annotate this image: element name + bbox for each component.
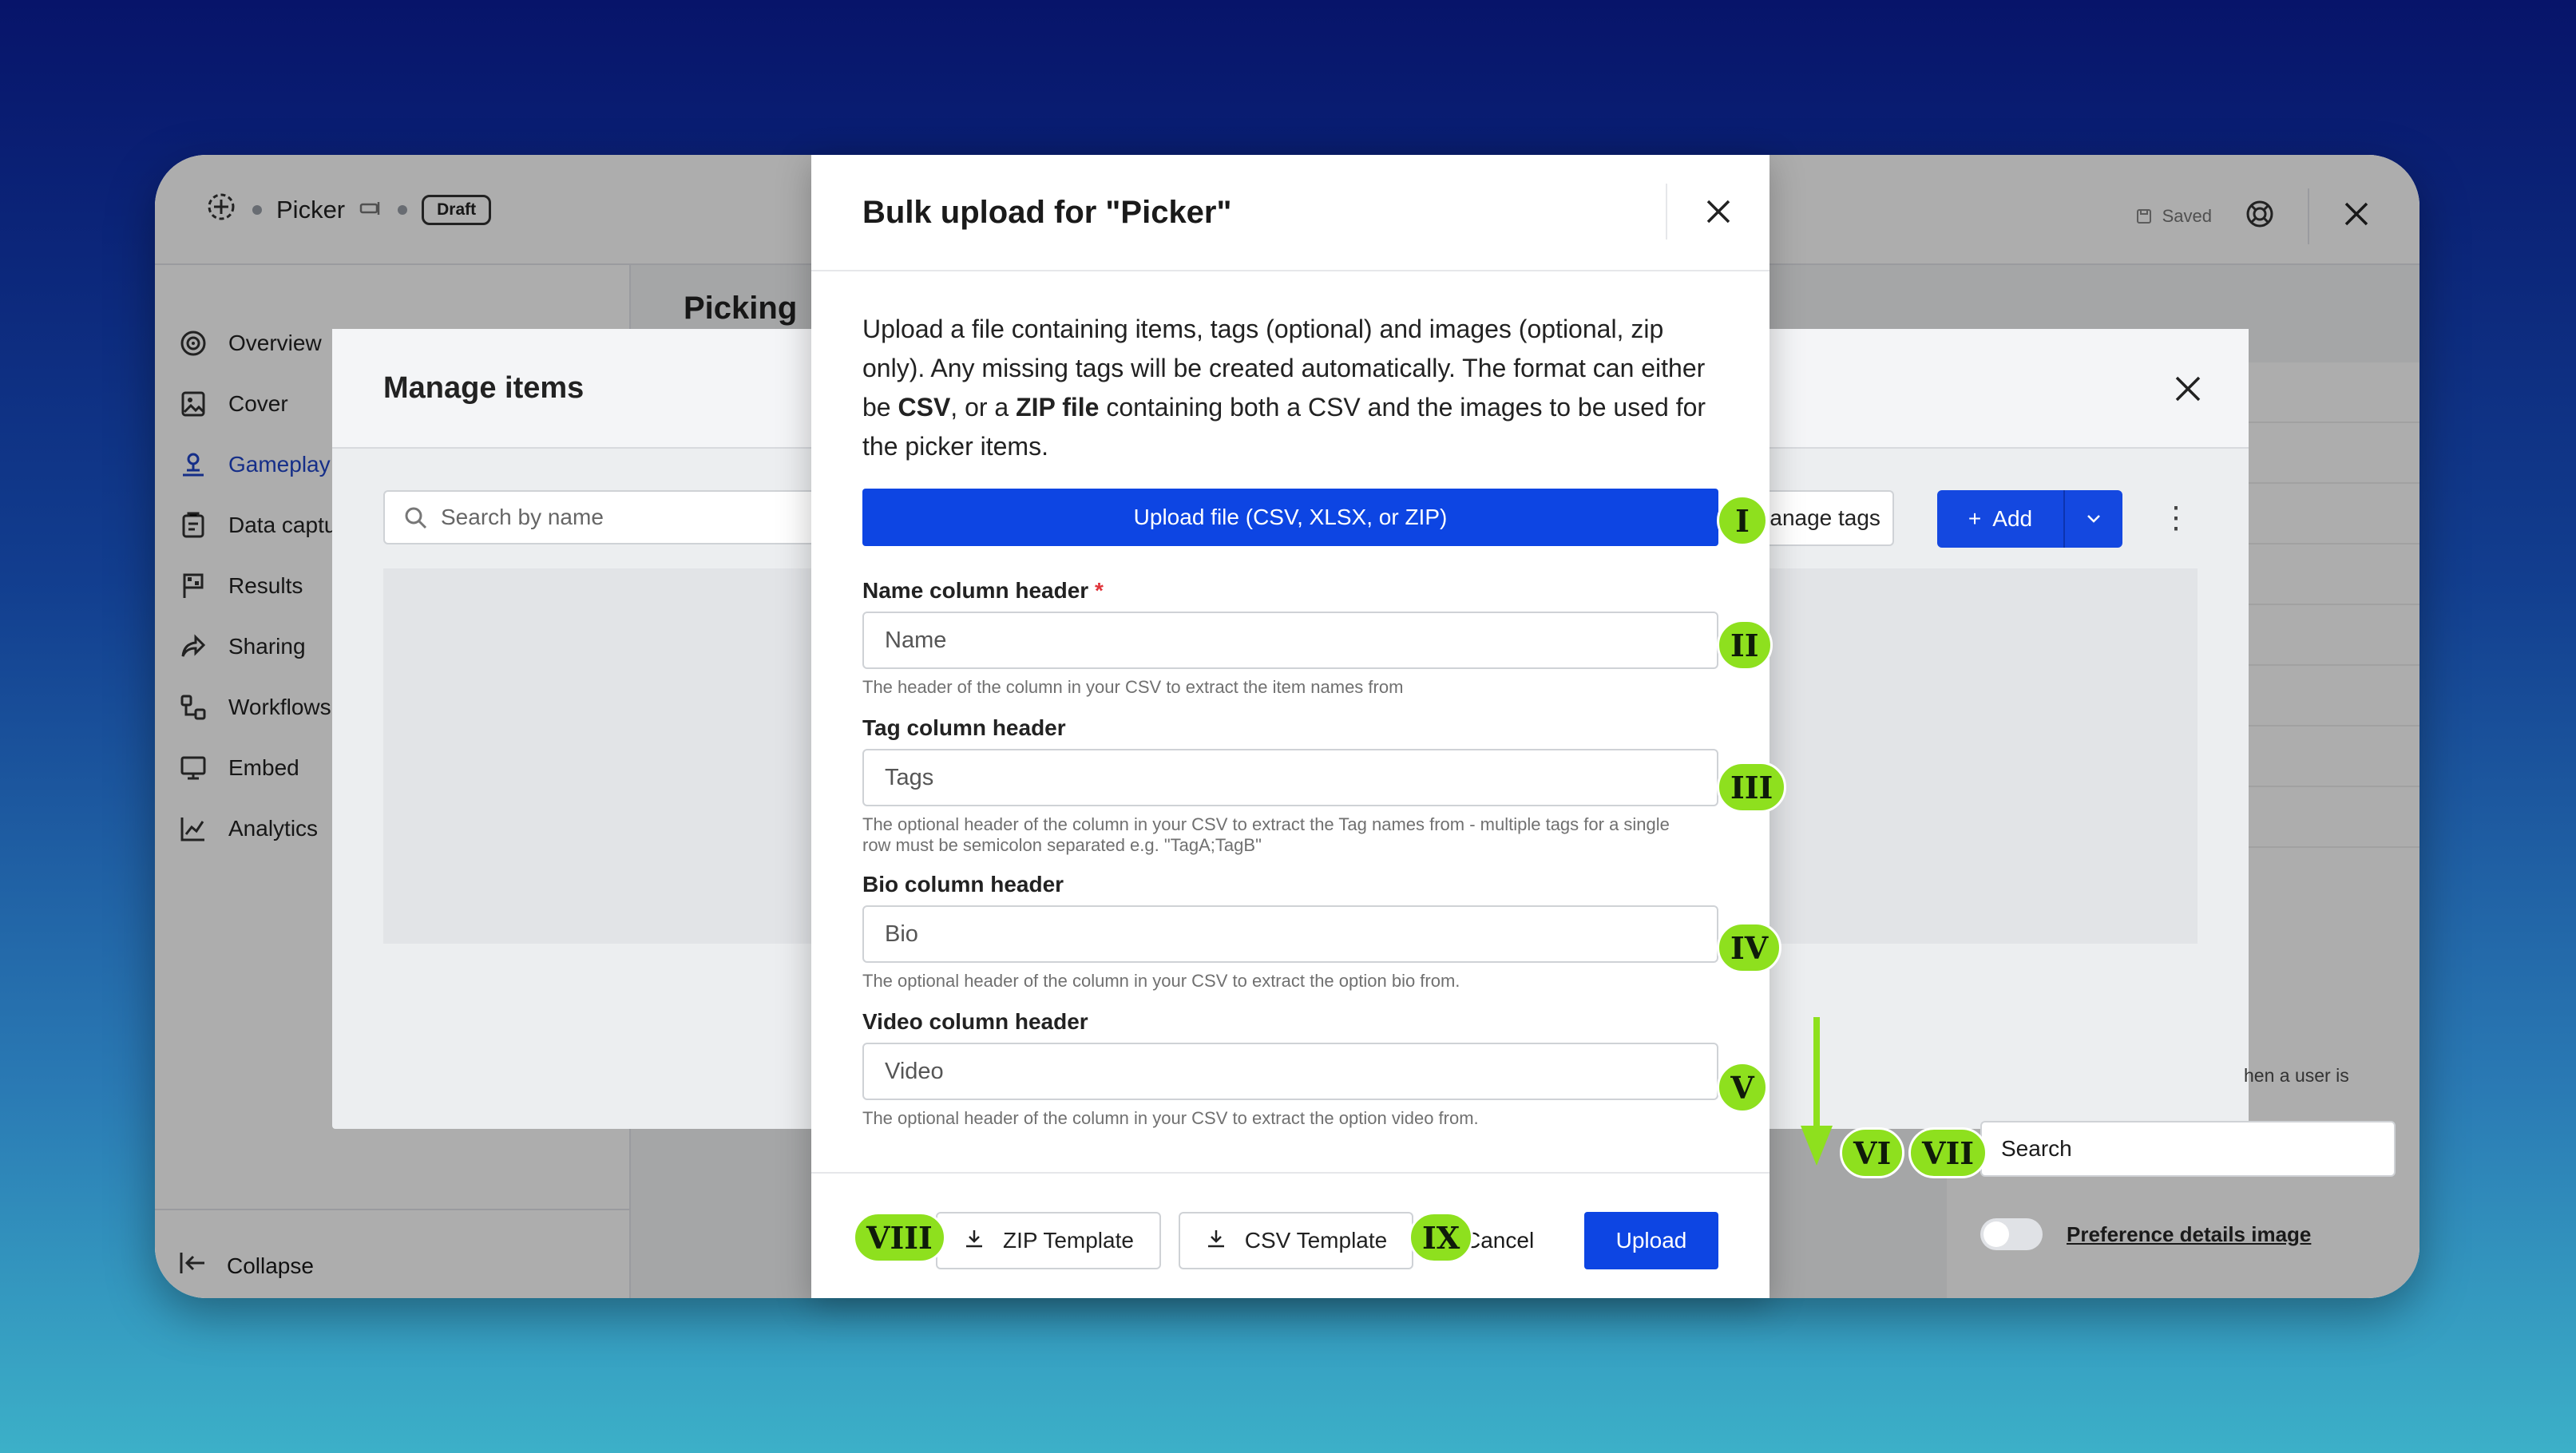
bio-field-help: The optional header of the column in you… — [862, 971, 1460, 991]
close-dialog-icon[interactable] — [1666, 184, 1770, 240]
annotation-badge: I — [1717, 495, 1768, 546]
tag-field-label: Tag column header — [862, 715, 1066, 740]
download-icon — [1205, 1227, 1227, 1255]
upload-button[interactable]: Upload — [1584, 1212, 1718, 1269]
upload-file-button[interactable]: Upload file (CSV, XLSX, or ZIP) — [862, 489, 1718, 546]
close-icon[interactable] — [2172, 370, 2204, 412]
dialog-description: Upload a file containing items, tags (op… — [862, 315, 1706, 461]
zip-template-button[interactable]: ZIP Template — [936, 1212, 1161, 1269]
annotation-arrow-icon — [1801, 1017, 1833, 1166]
more-options-icon[interactable]: ⋮ — [2161, 500, 2191, 536]
bio-field-label: Bio column header — [862, 872, 1064, 897]
tag-field-help: The optional header of the column in you… — [862, 814, 1670, 855]
plus-icon: + — [1968, 506, 1982, 531]
search-input[interactable]: Search by name — [383, 490, 862, 544]
annotation-badge: II — [1717, 620, 1773, 671]
annotation-badge: IV — [1717, 922, 1782, 973]
preference-toggle[interactable] — [1980, 1218, 2043, 1250]
name-column-input[interactable]: Name — [862, 612, 1718, 669]
annotation-badge: VII — [1908, 1127, 1988, 1178]
right-search-input[interactable]: Search — [1980, 1121, 2396, 1177]
preference-label[interactable]: Preference details image — [2067, 1222, 2311, 1247]
video-field-label: Video column header — [862, 1009, 1088, 1034]
csv-template-button[interactable]: CSV Template — [1179, 1212, 1413, 1269]
search-icon — [402, 505, 430, 537]
add-button[interactable]: + Add — [1937, 490, 2122, 548]
annotation-badge: V — [1717, 1062, 1768, 1113]
bulk-upload-dialog: Bulk upload for "Picker" Upload a file c… — [811, 155, 1770, 1298]
partial-help-text: hen a user is — [2244, 1065, 2349, 1086]
annotation-badge: VIII — [853, 1212, 946, 1263]
preference-toggle-row[interactable]: Preference details image — [1980, 1218, 2311, 1250]
name-field-help: The header of the column in your CSV to … — [862, 677, 1404, 697]
dialog-footer: ZIP Template CSV Template Cancel Upload — [811, 1172, 1770, 1298]
annotation-badge: IX — [1409, 1212, 1474, 1263]
video-column-input[interactable]: Video — [862, 1043, 1718, 1100]
chevron-down-icon[interactable] — [2065, 490, 2122, 548]
annotation-badge: VI — [1840, 1127, 1905, 1178]
bio-column-input[interactable]: Bio — [862, 905, 1718, 963]
video-field-help: The optional header of the column in you… — [862, 1108, 1479, 1128]
name-field-label: Name column header * — [862, 578, 1104, 603]
dialog-title: Bulk upload for "Picker" — [811, 155, 1770, 271]
download-icon — [963, 1227, 985, 1255]
tag-column-input[interactable]: Tags — [862, 749, 1718, 806]
cancel-button[interactable]: Cancel — [1464, 1212, 1534, 1269]
annotation-badge: III — [1717, 762, 1787, 813]
